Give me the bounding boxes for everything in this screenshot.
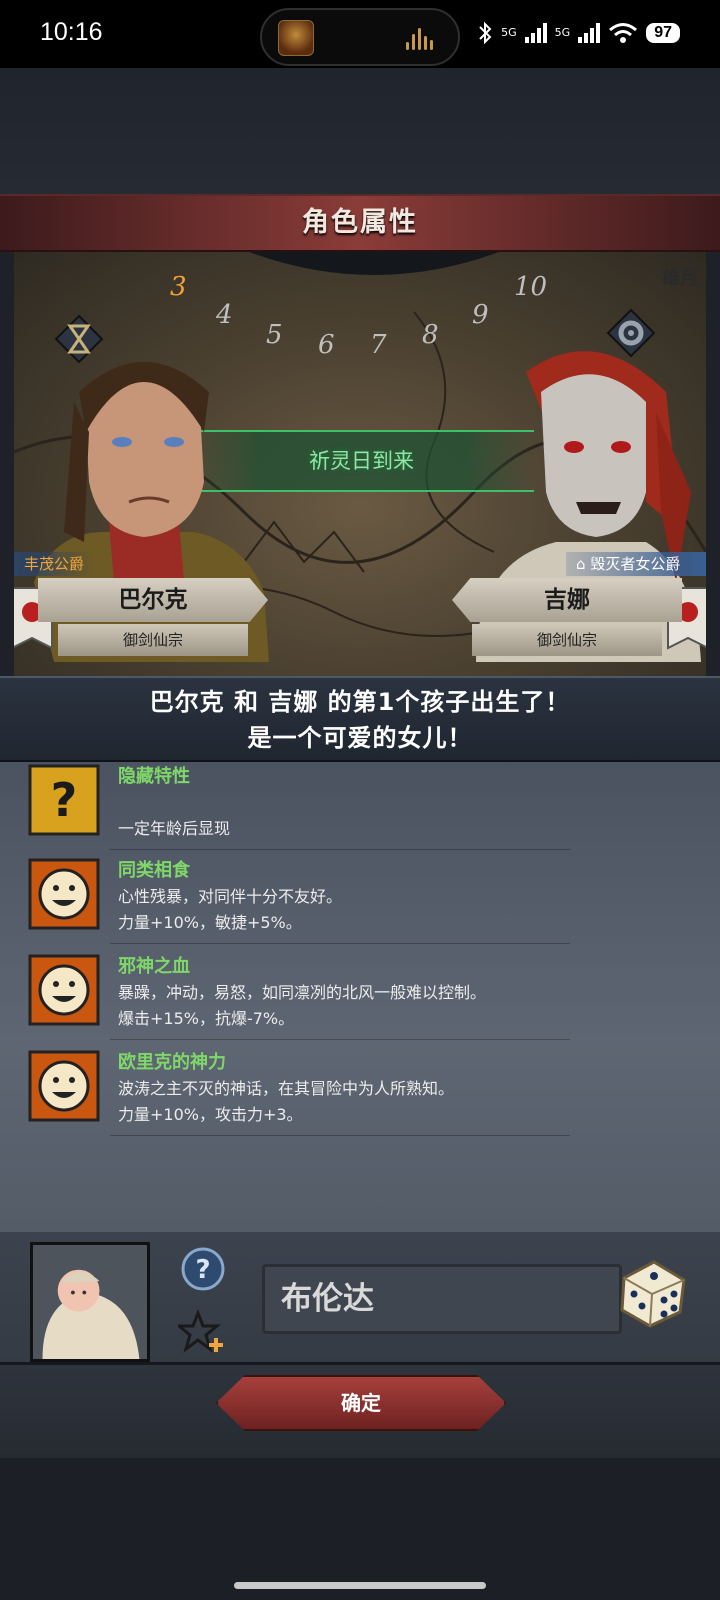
mother-title-text: 毁灭者女公爵	[590, 555, 681, 573]
audio-wave-icon	[406, 28, 438, 50]
page-title: 角色属性	[302, 207, 418, 238]
event-text: 祈灵日到来	[309, 449, 414, 473]
trait-desc-line2: 力量+10%，敏捷+5%。	[118, 913, 302, 932]
child-name-field[interactable]: 布伦达	[262, 1264, 622, 1334]
dial-number: 8	[422, 320, 439, 350]
dial-number: 7	[370, 330, 387, 360]
trait-list[interactable]: ? 隐藏特性 一定年龄后显现 同类相食 心性残暴，对同伴十分不友好。 力量+10…	[0, 762, 720, 1232]
father-title: 丰茂公爵	[14, 552, 95, 576]
question-icon: ?	[28, 764, 100, 836]
signal-icon-1	[524, 23, 547, 43]
child-naming-row: ? 布伦达	[0, 1232, 720, 1362]
smiley-icon	[28, 858, 100, 930]
birth-announcement: 巴尔克 和 吉娜 的第1个孩子出生了！ 是一个可爱的女儿！	[0, 676, 720, 762]
trait-item[interactable]: 邪神之血 暴躁，冲动，易怒，如同凛冽的北风一般难以控制。 爆击+15%，抗爆-7…	[0, 946, 720, 1040]
wifi-icon	[609, 23, 638, 43]
network-label-1: 5G	[501, 26, 517, 39]
smiley-icon	[28, 954, 100, 1026]
trait-item[interactable]: 欧里克的神力 波涛之主不灭的神话，在其冒险中为人所熟知。 力量+10%，攻击力+…	[0, 1042, 720, 1136]
footer: 确定	[0, 1362, 720, 1458]
trait-desc-line2: 一定年龄后显现	[118, 819, 231, 838]
svg-text:?: ?	[51, 773, 78, 827]
trait-desc-line1: 心性残暴，对同伴十分不友好。	[118, 887, 343, 906]
svg-text:?: ?	[195, 1255, 210, 1285]
father-name: 巴尔克	[38, 578, 268, 622]
star-add-icon[interactable]	[178, 1310, 226, 1354]
dial-number: 10	[514, 272, 548, 302]
dial-number: 9	[472, 300, 489, 330]
dial-number: 4	[216, 300, 233, 330]
help-icon[interactable]: ?	[180, 1246, 226, 1292]
status-bar: 10:16 5G 5G 97	[0, 0, 720, 68]
trait-desc-line2: 爆击+15%，抗爆-7%。	[118, 1009, 295, 1028]
battery-indicator: 97	[646, 23, 680, 43]
trait-item[interactable]: 同类相食 心性残暴，对同伴十分不友好。 力量+10%，敏捷+5%。	[0, 850, 720, 944]
season-label: 雄月	[662, 268, 698, 289]
trait-name: 隐藏特性	[118, 766, 190, 787]
signal-icon-2	[578, 23, 601, 43]
trait-description: 暴躁，冲动，易怒，如同凛冽的北风一般难以控制。 爆击+15%，抗爆-7%。	[118, 980, 486, 1032]
trait-name: 同类相食	[118, 860, 190, 881]
trait-desc-line1: 暴躁，冲动，易怒，如同凛冽的北风一般难以控制。	[118, 983, 487, 1002]
divider	[110, 1135, 570, 1136]
mother-title: ⌂ 毁灭者女公爵	[566, 552, 706, 576]
birth-message: 巴尔克 和 吉娜 的第1个孩子出生了！	[149, 688, 571, 716]
bluetooth-icon	[479, 21, 492, 45]
divider	[110, 1039, 570, 1040]
status-time: 10:16	[40, 18, 103, 46]
divider	[110, 943, 570, 944]
dial-number: 6	[318, 330, 335, 360]
home-indicator[interactable]	[234, 1582, 486, 1589]
trait-name: 邪神之血	[118, 956, 190, 977]
dynamic-island[interactable]	[260, 8, 460, 66]
trait-item[interactable]: ? 隐藏特性 一定年龄后显现	[0, 762, 720, 850]
birth-gender-message: 是一个可爱的女儿！	[247, 724, 473, 752]
smiley-icon	[28, 1050, 100, 1122]
trait-desc-line1	[118, 790, 230, 816]
status-icons: 5G 5G 97	[477, 18, 680, 48]
parents-scene: 3 4 5 6 7 8 9 10 雄月 祈灵日到来 丰茂公爵 ⌂ 毁灭者女公爵 …	[14, 252, 706, 676]
trait-description: 心性残暴，对同伴十分不友好。 力量+10%，敏捷+5%。	[118, 884, 342, 936]
top-backdrop	[0, 68, 720, 194]
game-app-icon	[278, 20, 314, 56]
bottom-backdrop	[0, 1458, 720, 1600]
dice-icon[interactable]	[614, 1254, 690, 1330]
mother-name: 吉娜	[452, 578, 682, 622]
mother-sect: 御剑仙宗	[472, 624, 662, 656]
trait-description: 一定年龄后显现	[118, 790, 230, 842]
title-bar: 角色属性	[0, 194, 720, 252]
dial-current-month: 3	[170, 272, 187, 302]
network-label-2: 5G	[554, 26, 571, 39]
confirm-button[interactable]: 确定	[216, 1375, 506, 1431]
trait-name: 欧里克的神力	[118, 1052, 226, 1073]
rank-icon: ⌂	[576, 555, 586, 573]
trait-desc-line1: 波涛之主不灭的神话，在其冒险中为人所熟知。	[118, 1079, 455, 1098]
trait-description: 波涛之主不灭的神话，在其冒险中为人所熟知。 力量+10%，攻击力+3。	[118, 1076, 454, 1128]
baby-avatar[interactable]	[30, 1242, 150, 1362]
father-sect: 御剑仙宗	[58, 624, 248, 656]
trait-desc-line2: 力量+10%，攻击力+3。	[118, 1105, 303, 1124]
